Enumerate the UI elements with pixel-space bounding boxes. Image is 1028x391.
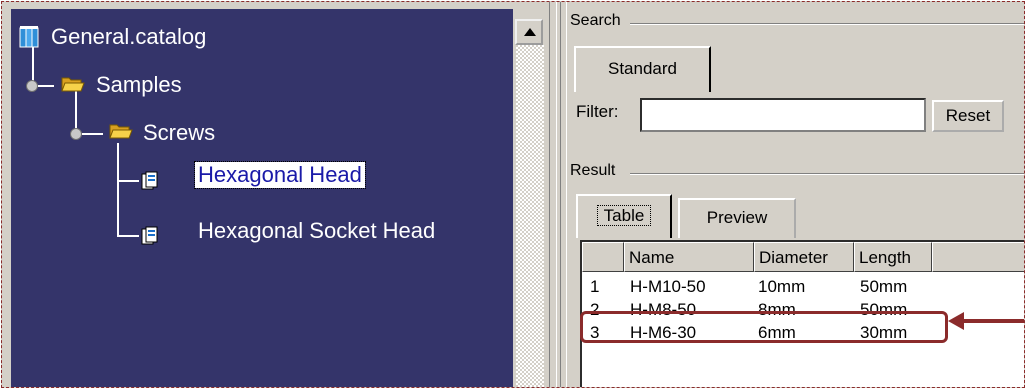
folder-open-icon: [61, 77, 85, 92]
panel-splitter[interactable]: [549, 2, 567, 387]
column-header-length[interactable]: Length: [854, 242, 932, 272]
column-header-diameter[interactable]: Diameter: [754, 242, 854, 272]
annotation-arrow-shaft: [962, 319, 1024, 323]
search-group-line: [630, 23, 1024, 25]
scrollbar-track[interactable]: [516, 45, 544, 387]
arrow-up-icon: [524, 28, 536, 36]
scroll-up-button[interactable]: [515, 19, 543, 45]
column-header-name[interactable]: Name: [624, 242, 754, 272]
tree-node-screws[interactable]: Screws: [143, 120, 215, 146]
column-header-index[interactable]: [582, 242, 624, 272]
window-frame: General.catalog Samples Screws Hexagonal…: [1, 1, 1025, 388]
reset-button-label: Reset: [945, 106, 991, 125]
tree-node-samples[interactable]: Samples: [96, 72, 182, 98]
tab-preview[interactable]: Preview: [678, 198, 796, 238]
tree-node-hexagonal-socket-head[interactable]: Hexagonal Socket Head: [198, 218, 435, 244]
expand-toggle-screws[interactable]: [70, 128, 82, 140]
result-group-label: Result: [568, 162, 618, 180]
catalog-tree[interactable]: General.catalog Samples Screws Hexagonal…: [11, 9, 513, 387]
row-index: 1: [590, 277, 600, 296]
row-length: 50mm: [860, 277, 908, 296]
splitter-ridge: [556, 2, 561, 387]
table-row[interactable]: 1 H-M10-50 10mm 50mm: [582, 276, 1024, 298]
tab-preview-label: Preview: [706, 208, 768, 227]
tree-connector: [117, 235, 139, 237]
expand-toggle-samples[interactable]: [26, 80, 38, 92]
filter-label: Filter:: [576, 102, 619, 121]
document-icon: [141, 171, 158, 190]
result-group-line: [630, 173, 1024, 175]
document-icon: [141, 226, 158, 245]
folder-open-icon: [109, 124, 133, 139]
tree-connector: [117, 180, 139, 182]
tab-standard-label: Standard: [608, 59, 677, 78]
catalog-book-icon: [19, 26, 39, 48]
row-name: H-M10-50: [630, 277, 706, 296]
arrow-left-icon: [948, 312, 964, 330]
row-diameter: 10mm: [758, 277, 806, 296]
tree-connector: [117, 143, 119, 237]
tree-node-root[interactable]: General.catalog: [51, 24, 206, 50]
row-highlight-annotation: [580, 311, 948, 343]
filter-input[interactable]: [640, 98, 926, 132]
tab-standard[interactable]: Standard: [574, 46, 711, 92]
tab-table-label: Table: [596, 205, 652, 226]
tab-table[interactable]: Table: [576, 194, 672, 238]
search-group-label: Search: [568, 12, 623, 30]
tree-node-hexagonal-head[interactable]: Hexagonal Head: [194, 161, 366, 189]
reset-button[interactable]: Reset: [932, 100, 1004, 132]
column-header-filler: [932, 242, 1024, 272]
